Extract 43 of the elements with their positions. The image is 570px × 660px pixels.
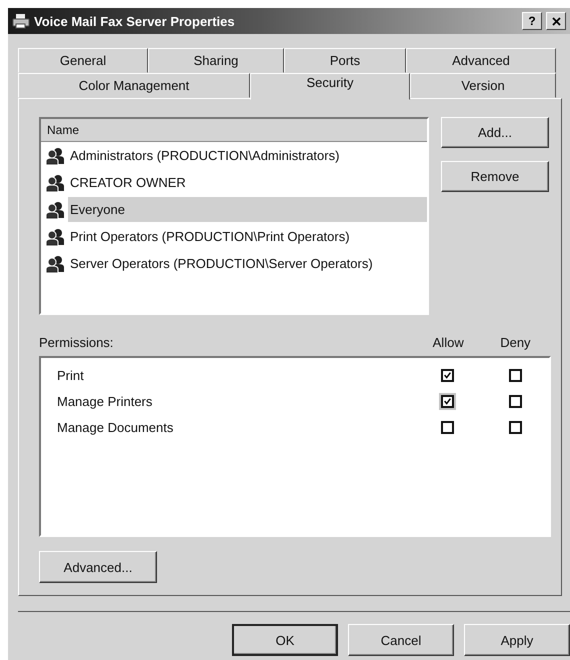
- dialog-button[interactable]: OK: [232, 624, 338, 656]
- tab[interactable]: Security: [250, 73, 410, 100]
- user-group-icon: [45, 146, 65, 164]
- dialog-button[interactable]: Cancel: [348, 624, 454, 656]
- deny-checkbox[interactable]: [508, 394, 522, 408]
- list-item[interactable]: Everyone: [68, 197, 427, 222]
- printer-icon: [12, 13, 30, 29]
- help-button[interactable]: ?: [522, 12, 542, 30]
- dialog-button[interactable]: Add...: [441, 117, 549, 148]
- window-title: Voice Mail Fax Server Properties: [34, 14, 236, 28]
- tab[interactable]: Sharing: [148, 48, 284, 73]
- close-icon: [552, 16, 560, 26]
- permission-name: Print: [56, 368, 85, 382]
- dialog-button[interactable]: Remove: [441, 161, 549, 192]
- tab[interactable]: Version: [410, 73, 556, 98]
- tab[interactable]: Ports: [284, 48, 406, 73]
- dialog-button[interactable]: Apply: [464, 624, 570, 656]
- check-icon: [443, 396, 452, 406]
- column-header[interactable]: Name: [41, 119, 427, 142]
- tab[interactable]: Color Management: [18, 73, 250, 98]
- advanced-button[interactable]: Advanced...: [39, 551, 157, 583]
- tab[interactable]: Advanced: [406, 48, 556, 73]
- permission-name: Manage Printers: [56, 394, 154, 408]
- list-item[interactable]: CREATOR OWNER: [68, 170, 427, 195]
- deny-checkbox[interactable]: [508, 420, 522, 434]
- user-group-icon: [45, 254, 65, 272]
- list-item[interactable]: Administrators (PRODUCTION\Administrators): [68, 143, 427, 168]
- allow-checkbox[interactable]: [441, 420, 454, 434]
- user-group-icon: [45, 200, 65, 218]
- user-group-icon: [45, 228, 65, 246]
- allow-checkbox[interactable]: [441, 394, 454, 408]
- column-label: Deny: [499, 335, 532, 350]
- permissions-label: Permissions:: [39, 335, 114, 350]
- user-group-icon: [45, 174, 65, 192]
- close-button[interactable]: [546, 12, 566, 30]
- list-item[interactable]: Print Operators (PRODUCTION\Print Operators): [68, 224, 427, 249]
- list-item[interactable]: Server Operators (PRODUCTION\Server Operators): [68, 251, 427, 276]
- permission-name: Manage Documents: [56, 420, 174, 434]
- allow-checkbox[interactable]: [441, 368, 454, 382]
- check-icon: [443, 370, 452, 380]
- deny-checkbox[interactable]: [508, 368, 522, 382]
- column-label: Allow: [432, 335, 465, 350]
- tab[interactable]: General: [18, 48, 148, 73]
